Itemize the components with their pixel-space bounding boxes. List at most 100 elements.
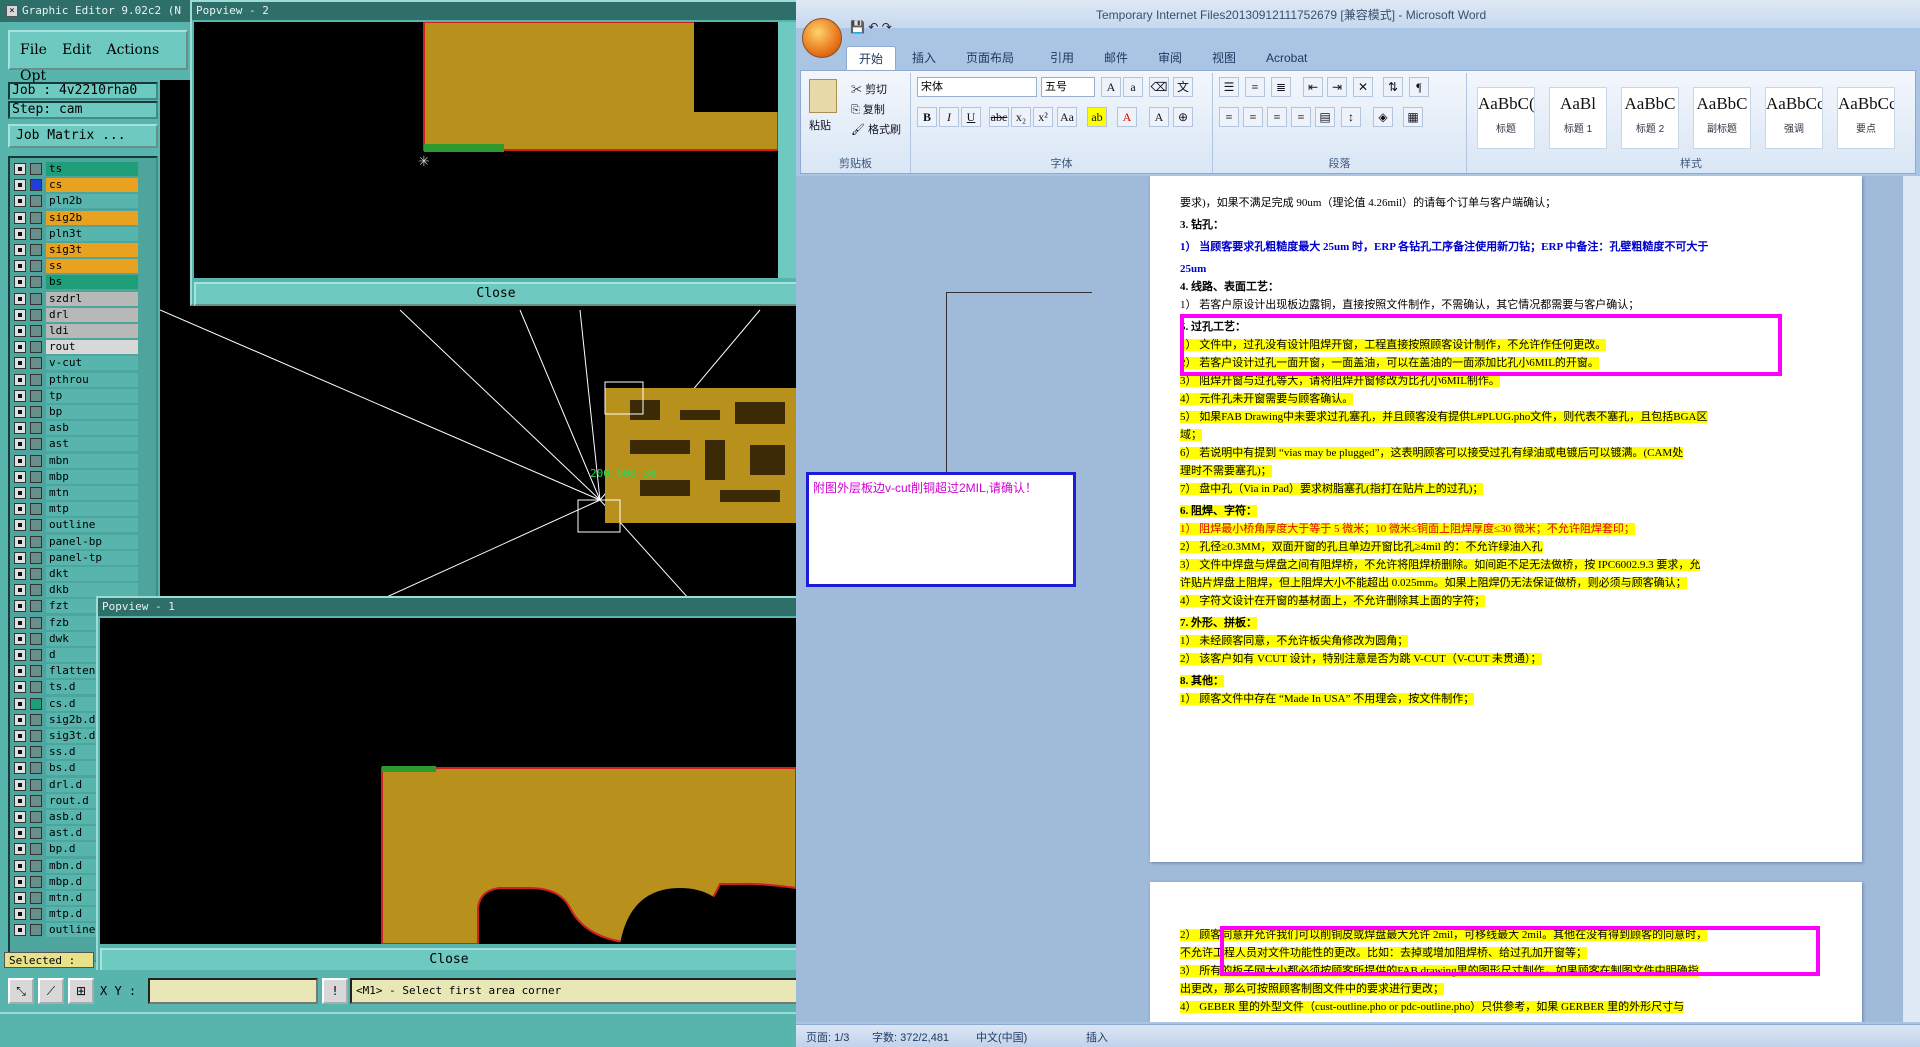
layer-checkbox[interactable] <box>14 616 26 629</box>
layer-name[interactable]: bp <box>46 405 138 419</box>
layer-checkbox[interactable] <box>14 163 26 175</box>
format-painter-button[interactable]: 🖌 格式刷 <box>851 121 901 137</box>
layer-color-swatch[interactable] <box>30 811 42 823</box>
layer-checkbox[interactable] <box>14 389 26 402</box>
paste-button[interactable]: 粘贴 <box>809 117 831 133</box>
line-spacing-icon[interactable]: ↕ <box>1341 107 1361 127</box>
layer-checkbox[interactable] <box>14 422 26 435</box>
layer-row[interactable]: drl <box>14 307 138 322</box>
layer-checkbox[interactable] <box>14 713 26 726</box>
layer-color-swatch[interactable] <box>30 730 42 742</box>
layer-name[interactable]: mbp <box>46 469 138 484</box>
status-words[interactable]: 字数: 372/2,481 <box>872 1029 949 1045</box>
layer-name[interactable]: cs <box>46 178 138 193</box>
xy-coordinate-input[interactable] <box>148 978 318 1004</box>
enclose-char-icon[interactable]: ⊕ <box>1173 107 1193 127</box>
layer-row[interactable]: pln2b <box>14 194 138 209</box>
layer-name[interactable]: pln3t <box>46 226 138 241</box>
layer-row[interactable]: sig2b <box>14 210 138 225</box>
layer-checkbox[interactable] <box>14 568 26 580</box>
grow-font-icon[interactable]: A <box>1101 77 1121 97</box>
layer-color-swatch[interactable] <box>30 697 42 710</box>
layer-checkbox[interactable] <box>14 584 26 597</box>
layer-color-swatch[interactable] <box>30 163 42 175</box>
layer-name[interactable]: pthrou <box>46 372 138 387</box>
layer-name[interactable]: szdrl <box>46 291 138 306</box>
layer-color-swatch[interactable] <box>30 600 42 613</box>
align-center-icon[interactable]: ≡ <box>1243 107 1263 127</box>
superscript-icon[interactable]: x² <box>1033 107 1053 127</box>
align-left-icon[interactable]: ≡ <box>1219 107 1239 127</box>
font-color-icon[interactable]: A <box>1117 107 1137 127</box>
job-matrix-button[interactable]: Job Matrix ... <box>8 124 158 148</box>
layer-color-swatch[interactable] <box>30 454 42 467</box>
layer-checkbox[interactable] <box>14 730 26 742</box>
layer-color-swatch[interactable] <box>30 470 42 483</box>
layer-color-swatch[interactable] <box>30 422 42 435</box>
shrink-font-icon[interactable]: a <box>1123 77 1143 97</box>
layer-checkbox[interactable] <box>14 227 26 240</box>
layer-color-swatch[interactable] <box>30 373 42 386</box>
layer-color-swatch[interactable] <box>30 503 42 516</box>
layer-checkbox[interactable] <box>14 341 26 354</box>
font-size-select[interactable]: 五号 <box>1041 77 1095 97</box>
office-button-icon[interactable] <box>802 18 842 58</box>
layer-color-swatch[interactable] <box>30 519 42 532</box>
menu-actions[interactable]: Actions <box>106 42 159 58</box>
italic-icon[interactable]: I <box>939 107 959 127</box>
layer-color-swatch[interactable] <box>30 357 42 370</box>
bold-icon[interactable]: B <box>917 107 937 127</box>
layer-checkbox[interactable] <box>14 697 26 710</box>
layer-checkbox[interactable] <box>14 438 26 451</box>
layer-name[interactable]: ldi <box>46 324 138 338</box>
show-marks-icon[interactable]: ¶ <box>1409 77 1429 97</box>
layer-row[interactable]: ts <box>14 162 138 176</box>
layer-color-swatch[interactable] <box>30 713 42 726</box>
layer-name[interactable]: drl <box>46 307 138 322</box>
comment-textbox[interactable]: 附图外层板边v-cut削铜超过2MIL,请确认！ <box>806 472 1076 587</box>
popview-1-canvas[interactable] <box>100 618 796 944</box>
layer-checkbox[interactable] <box>14 260 26 273</box>
layer-checkbox[interactable] <box>14 551 26 564</box>
layer-checkbox[interactable] <box>14 308 26 321</box>
status-page[interactable]: 页面: 1/3 <box>806 1029 849 1045</box>
layer-name[interactable]: ss <box>46 259 138 274</box>
layer-row[interactable]: cs <box>14 178 138 193</box>
bullets-icon[interactable]: ☰ <box>1219 77 1239 97</box>
layer-color-swatch[interactable] <box>30 276 42 289</box>
change-case-icon[interactable]: Aa <box>1057 107 1077 127</box>
layer-row[interactable]: ss <box>14 259 138 274</box>
layer-checkbox[interactable] <box>14 179 26 192</box>
layer-color-swatch[interactable] <box>30 843 42 856</box>
layer-color-swatch[interactable] <box>30 406 42 418</box>
layer-name[interactable]: asb <box>46 421 138 436</box>
popview-1-close-button[interactable]: Close <box>100 948 798 972</box>
style-tile[interactable]: AaBl 标题 1 <box>1549 87 1607 149</box>
layer-checkbox[interactable] <box>14 746 26 759</box>
layer-row[interactable]: mtn <box>14 486 138 500</box>
subscript-icon[interactable]: x₂ <box>1011 107 1031 127</box>
layer-name[interactable]: sig2b <box>46 210 138 225</box>
layer-row[interactable]: tp <box>14 388 138 403</box>
popview-2-canvas[interactable]: ✳ <box>194 22 778 278</box>
char-shading-icon[interactable]: A <box>1149 107 1169 127</box>
layer-name[interactable]: rout <box>46 340 138 355</box>
layer-checkbox[interactable] <box>14 535 26 548</box>
layer-name[interactable]: ts <box>46 162 138 176</box>
layer-color-swatch[interactable] <box>30 924 42 937</box>
highlight-icon[interactable]: ab <box>1087 107 1107 127</box>
layer-color-swatch[interactable] <box>30 778 42 791</box>
layer-color-swatch[interactable] <box>30 487 42 499</box>
distributed-icon[interactable]: ▤ <box>1315 107 1335 127</box>
layer-checkbox[interactable] <box>14 276 26 289</box>
clear-format-icon[interactable]: ⌫ <box>1149 77 1169 97</box>
layer-checkbox[interactable] <box>14 454 26 467</box>
layer-color-swatch[interactable] <box>30 195 42 208</box>
layer-color-swatch[interactable] <box>30 908 42 921</box>
layer-checkbox[interactable] <box>14 908 26 921</box>
ribbon-tab[interactable]: 开始 <box>846 46 897 70</box>
layer-checkbox[interactable] <box>14 875 26 888</box>
layer-row[interactable]: rout <box>14 340 138 355</box>
ribbon-tab[interactable]: 插入 <box>900 46 948 70</box>
layer-name[interactable]: dkt <box>46 567 138 581</box>
